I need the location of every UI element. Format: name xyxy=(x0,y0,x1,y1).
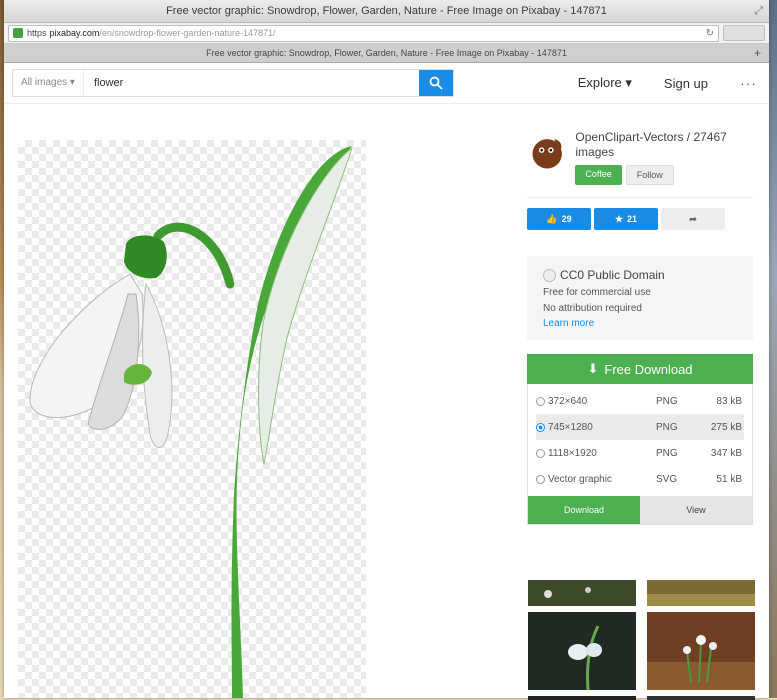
related-thumbnail[interactable] xyxy=(647,612,755,690)
option-resolution: Vector graphic xyxy=(548,473,612,485)
thumbs-up-icon: 👍 xyxy=(546,213,558,224)
like-count: 29 xyxy=(561,214,572,224)
url-protocol: https xyxy=(27,28,47,38)
favorite-button[interactable]: ★ 21 xyxy=(594,208,658,230)
url-host: pixabay.com xyxy=(49,28,100,38)
download-option-0[interactable]: 372×640 PNG 83 kB xyxy=(536,388,744,414)
learn-more-link[interactable]: Learn more xyxy=(543,318,737,329)
search-box: All images ▾ flower xyxy=(12,69,454,97)
search-input[interactable]: flower xyxy=(84,77,419,89)
option-format: PNG xyxy=(656,447,678,459)
option-size: 347 kB xyxy=(710,447,742,459)
url-field[interactable]: https pixabay.com /en/snowdrop-flower-ga… xyxy=(8,24,719,42)
free-download-button[interactable]: ⬇ Free Download xyxy=(527,354,753,384)
download-options: 372×640 PNG 83 kB 745×1280 PNG 275 kB 11… xyxy=(527,384,753,525)
sidebar: OpenClipart-Vectors / 27467 images Coffe… xyxy=(527,130,753,525)
related-thumbnail[interactable] xyxy=(647,580,755,606)
reload-icon[interactable]: ↻ xyxy=(706,28,714,39)
reader-button[interactable] xyxy=(723,25,765,41)
window-title: Free vector graphic: Snowdrop, Flower, G… xyxy=(166,5,607,17)
license-line-commercial: Free for commercial use xyxy=(543,287,651,298)
avatar[interactable] xyxy=(527,130,567,174)
share-button[interactable]: ➦ xyxy=(661,208,725,230)
site-favicon-icon xyxy=(13,28,23,38)
coffee-button[interactable]: Coffee xyxy=(575,165,622,185)
tab-bar: Free vector graphic: Snowdrop, Flower, G… xyxy=(4,44,769,63)
related-thumbnail[interactable] xyxy=(647,696,755,700)
radio-button[interactable] xyxy=(536,448,545,458)
free-download-label: Free Download xyxy=(604,361,693,377)
download-arrow-icon: ⬇ xyxy=(587,361,599,376)
divider xyxy=(527,197,753,198)
radio-button-selected[interactable] xyxy=(536,422,545,432)
tab-active[interactable]: Free vector graphic: Snowdrop, Flower, G… xyxy=(206,48,567,58)
download-button[interactable]: Download xyxy=(528,496,640,524)
option-size: 51 kB xyxy=(716,473,742,485)
related-thumbnail[interactable] xyxy=(528,612,636,690)
nav-explore[interactable]: Explore ▾ xyxy=(578,75,632,91)
site-header: All images ▾ flower Explore ▾ Sign up ··… xyxy=(4,63,769,104)
snowdrop-image[interactable] xyxy=(18,134,388,698)
nav-sign-up[interactable]: Sign up xyxy=(664,76,708,91)
option-size: 83 kB xyxy=(716,395,742,407)
license-box: CC0 Public Domain Free for commercial us… xyxy=(527,256,753,340)
stats-bar: 👍 29 ★ 21 ➦ xyxy=(527,208,753,230)
search-type-dropdown[interactable]: All images ▾ xyxy=(13,70,84,96)
download-option-2[interactable]: 1118×1920 PNG 347 kB xyxy=(536,440,744,466)
option-resolution: 745×1280 xyxy=(548,421,593,433)
license-line-attribution: No attribution required xyxy=(543,303,642,314)
author-name[interactable]: OpenClipart-Vectors / 27467 images xyxy=(575,130,753,160)
address-bar: https pixabay.com /en/snowdrop-flower-ga… xyxy=(4,23,769,44)
star-icon: ★ xyxy=(614,213,624,224)
top-nav: Explore ▾ Sign up ··· xyxy=(578,75,761,91)
option-format: PNG xyxy=(656,395,678,407)
search-icon xyxy=(429,76,443,90)
new-tab-icon[interactable]: + xyxy=(754,44,761,62)
option-size: 275 kB xyxy=(710,421,742,433)
license-title: CC0 Public Domain xyxy=(560,268,665,282)
option-format: SVG xyxy=(656,473,678,485)
related-thumbnail[interactable] xyxy=(528,696,636,700)
share-arrow-icon: ➦ xyxy=(689,213,697,224)
url-path: /en/snowdrop-flower-garden-nature-147871… xyxy=(99,28,276,38)
follow-button[interactable]: Follow xyxy=(625,165,674,185)
download-option-1[interactable]: 745×1280 PNG 275 kB xyxy=(536,414,744,440)
related-thumbnail[interactable] xyxy=(528,580,636,606)
option-resolution: 1118×1920 xyxy=(548,447,597,459)
fullscreen-icon[interactable]: ⤢ xyxy=(754,0,763,22)
download-option-3[interactable]: Vector graphic SVG 51 kB xyxy=(536,466,744,492)
option-format: PNG xyxy=(656,421,678,433)
window-titlebar: Free vector graphic: Snowdrop, Flower, G… xyxy=(4,0,769,23)
more-menu-icon[interactable]: ··· xyxy=(740,75,757,91)
search-button[interactable] xyxy=(419,70,453,96)
radio-button[interactable] xyxy=(536,474,545,484)
favorite-count: 21 xyxy=(627,214,638,224)
radio-button[interactable] xyxy=(536,396,545,406)
view-button[interactable]: View xyxy=(640,496,752,524)
author-block: OpenClipart-Vectors / 27467 images Coffe… xyxy=(527,130,753,185)
option-resolution: 372×640 xyxy=(548,395,588,407)
cc0-icon xyxy=(543,268,556,282)
like-button[interactable]: 👍 29 xyxy=(527,208,591,230)
